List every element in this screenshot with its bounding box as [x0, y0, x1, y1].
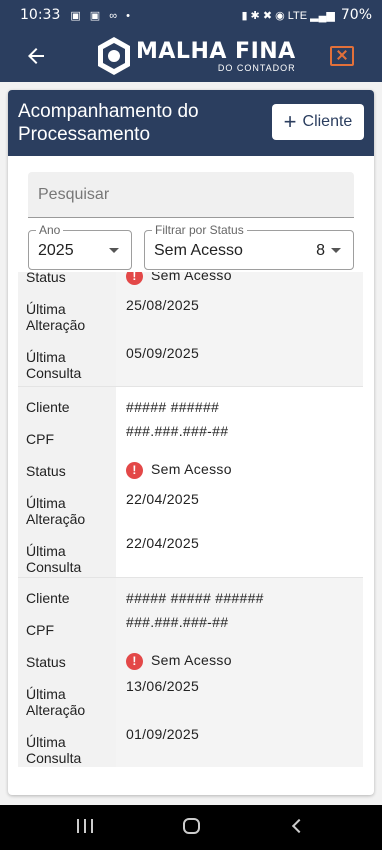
system-navigation-bar: [0, 805, 382, 850]
last-change-value: 25/08/2025: [126, 297, 200, 313]
cpf-label: CPF: [26, 431, 54, 447]
status-value: ! Sem Acesso: [126, 652, 232, 670]
back-icon[interactable]: [291, 818, 307, 834]
system-icons: ▮ ✱ ✖ ◉ LTE ▂▄▆ 70%: [241, 7, 372, 23]
status-filter-value: Sem Acesso: [154, 242, 243, 259]
recent-apps-icon[interactable]: [77, 819, 93, 833]
list-item[interactable]: Cliente ##### ###### CPF ###.###.###-## …: [18, 386, 363, 577]
card-header: Acompanhamento do Processamento + Client…: [8, 90, 374, 156]
home-icon[interactable]: [183, 818, 200, 834]
alert-icon: !: [126, 652, 143, 670]
chevron-down-icon: [331, 248, 341, 253]
page-title: Acompanhamento do Processamento: [18, 101, 199, 145]
cpf-value: ###.###.###-##: [126, 423, 229, 439]
alert-icon: !: [126, 272, 143, 285]
notification-icons: ▣ ▣ ∞ •: [70, 9, 134, 22]
status-label: Status: [26, 272, 66, 285]
cpf-label: CPF: [26, 622, 54, 638]
status-filter-count: 8: [316, 242, 325, 259]
plus-icon: +: [283, 109, 297, 134]
status-filter-label: Filtrar por Status: [152, 223, 247, 237]
cpf-value: ###.###.###-##: [126, 614, 229, 630]
client-list[interactable]: Status ! Sem Acesso Última Alteração 25/0…: [8, 272, 374, 778]
search-field[interactable]: [28, 172, 354, 218]
year-value: 2025: [38, 242, 74, 259]
status-value: ! Sem Acesso: [126, 461, 232, 479]
app-bar: MALHA FINA DO CONTADOR: [0, 30, 382, 82]
logo-subtitle: DO CONTADOR: [217, 62, 296, 73]
chevron-down-icon: [109, 248, 119, 253]
lion-logo-icon: [98, 37, 130, 75]
last-change-label: Última Alteração: [26, 495, 86, 527]
status-label: Status: [26, 463, 66, 479]
processing-card: Acompanhamento do Processamento + Client…: [8, 90, 374, 795]
last-query-label: Última Consulta: [26, 734, 82, 766]
app-logo: MALHA FINA DO CONTADOR: [96, 36, 296, 76]
page-content: Acompanhamento do Processamento + Client…: [0, 82, 382, 805]
battery-level: 70%: [340, 7, 372, 23]
last-change-value: 22/04/2025: [126, 491, 200, 507]
search-input[interactable]: [28, 172, 354, 217]
client-label: Cliente: [26, 399, 70, 415]
back-arrow-icon[interactable]: [24, 44, 48, 68]
add-client-label: Cliente: [302, 113, 353, 130]
client-value: ##### ##### ######: [126, 590, 264, 606]
add-client-button[interactable]: + Cliente: [272, 104, 364, 140]
logo-title: MALHA FINA: [136, 38, 296, 64]
last-query-value: 22/04/2025: [126, 535, 200, 551]
last-change-label: Última Alteração: [26, 301, 86, 333]
status-label: Status: [26, 654, 66, 670]
last-query-value: 05/09/2025: [126, 345, 200, 361]
status-value: ! Sem Acesso: [126, 272, 232, 285]
last-change-label: Última Alteração: [26, 686, 86, 718]
list-item[interactable]: Cliente ##### ##### ###### CPF ###.###.#…: [18, 577, 363, 767]
last-query-value: 01/09/2025: [126, 726, 200, 742]
close-icon[interactable]: [330, 46, 354, 66]
signal-icons: ▮ ✱ ✖ ◉ LTE ▂▄▆: [241, 9, 335, 22]
last-query-label: Última Consulta: [26, 349, 82, 381]
last-change-value: 13/06/2025: [126, 678, 200, 694]
client-value: ##### ######: [126, 399, 220, 415]
last-query-label: Última Consulta: [26, 543, 82, 575]
year-label: Ano: [36, 223, 64, 237]
list-item[interactable]: Status ! Sem Acesso Última Alteração 25/0…: [18, 272, 363, 386]
year-select[interactable]: Ano 2025: [28, 223, 132, 270]
system-status-bar: 10:33 ▣ ▣ ∞ • ▮ ✱ ✖ ◉ LTE ▂▄▆ 70%: [0, 0, 382, 30]
status-filter-select[interactable]: Filtrar por Status Sem Acesso 8: [144, 223, 354, 270]
clock: 10:33: [20, 7, 61, 23]
alert-icon: !: [126, 461, 143, 479]
client-label: Cliente: [26, 590, 70, 606]
